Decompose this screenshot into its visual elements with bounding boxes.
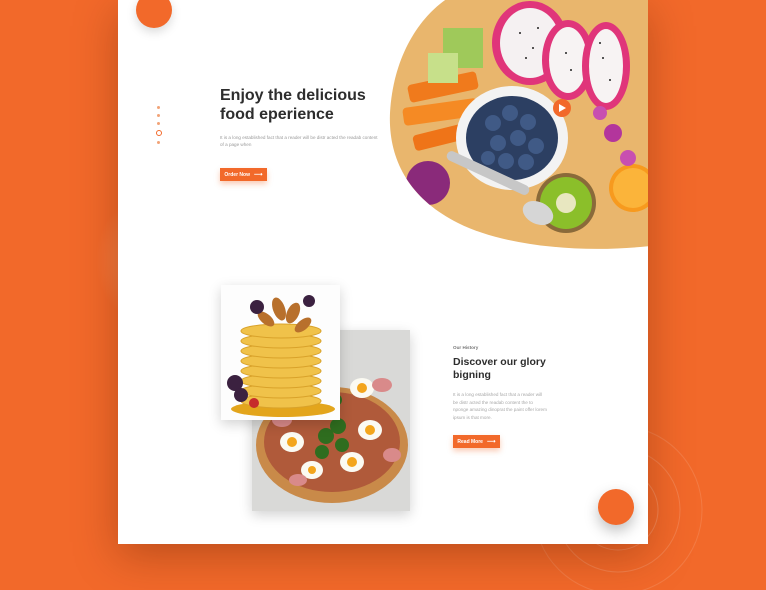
read-more-button[interactable]: Read More ⟶ (453, 435, 500, 448)
hero-food-platter-image (389, 0, 648, 249)
order-now-button[interactable]: Order Now ⟶ (220, 168, 267, 181)
history-label: Our History (453, 345, 479, 350)
arrow-right-icon: ⟶ (486, 439, 496, 445)
order-now-label: Order Now (224, 171, 250, 178)
pancakes-illustration (221, 285, 340, 420)
pager-dot[interactable] (157, 114, 160, 117)
pager-dots (156, 106, 162, 149)
pager-dot[interactable] (157, 141, 160, 144)
history-title: Discover our glory bigning (453, 356, 546, 381)
pager-dot-active[interactable] (156, 130, 162, 136)
history-description: It is a long established fact that a rea… (453, 392, 547, 420)
read-more-label: Read More (457, 438, 483, 445)
pager-dot[interactable] (157, 122, 160, 125)
pager-dot[interactable] (157, 106, 160, 109)
arrow-right-icon: ⟶ (253, 172, 263, 178)
hero-title: Enjoy the delicious food eperience (220, 87, 366, 123)
landing-page-card: Enjoy the delicious food eperience It is… (118, 0, 648, 544)
pancakes-photo (221, 285, 340, 420)
hero-description: It is a long established fact that a rea… (220, 135, 378, 147)
floating-action-icon[interactable] (598, 489, 634, 525)
